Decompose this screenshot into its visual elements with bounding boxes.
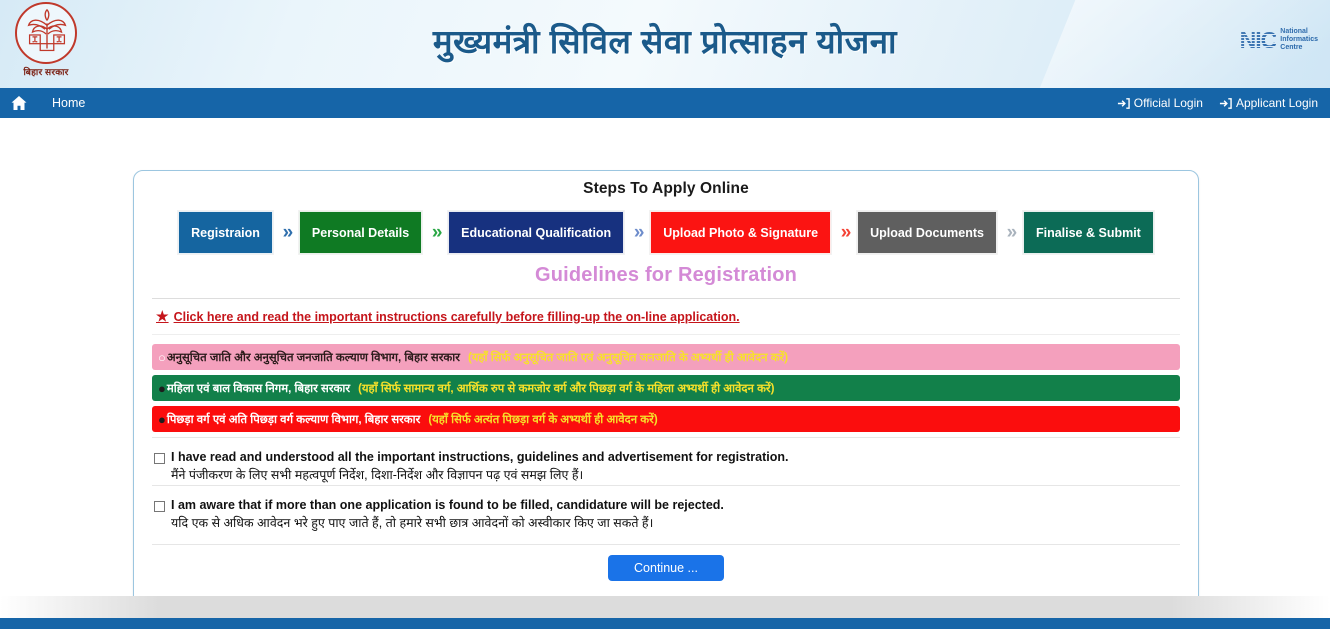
home-icon <box>10 94 28 112</box>
sign-in-icon <box>1219 97 1232 110</box>
department-name: अनुसूचित जाति और अनुसूचित जनजाति कल्याण … <box>166 351 460 364</box>
step-registration[interactable]: Registraion <box>178 211 273 254</box>
declaration-instructions: I have read and understood all the impor… <box>152 437 1180 485</box>
instructions-box: ★ Click here and read the important inst… <box>152 298 1180 335</box>
step-finalise-submit[interactable]: Finalise & Submit <box>1022 211 1154 254</box>
nic-logo: NIC National Informatics Centre <box>1240 28 1318 52</box>
step-upload-documents[interactable]: Upload Documents <box>857 211 997 254</box>
step-educational-qualification-label: Educational Qualification <box>461 225 612 240</box>
declaration-row: I have read and understood all the impor… <box>154 450 1178 464</box>
declaration-single-application: I am aware that if more than one applica… <box>152 485 1180 533</box>
nic-full-name: National Informatics Centre <box>1280 28 1318 52</box>
declaration-single-application-checkbox[interactable] <box>154 501 165 512</box>
applicant-login-label: Applicant Login <box>1235 96 1318 110</box>
site-footer <box>0 618 1330 629</box>
continue-action-row: Continue ... <box>152 544 1180 581</box>
radio-selected-icon: ● <box>158 411 166 427</box>
declaration-single-application-hindi: यदि एक से अधिक आवेदन भरे हुए पाए जाते है… <box>171 516 654 530</box>
department-note: (यहाँ सिर्फ अत्यंत पिछड़ा वर्ग के अभ्यर्… <box>428 413 658 426</box>
page-title: मुख्यमंत्री सिविल सेवा प्रोत्साहन योजना <box>432 23 898 60</box>
sign-in-icon <box>1117 97 1130 110</box>
department-name: पिछड़ा वर्ग एवं अति पिछड़ा वर्ग कल्याण व… <box>166 413 421 426</box>
step-finalise-submit-label: Finalise & Submit <box>1035 225 1141 240</box>
step-personal-details[interactable]: Personal Details <box>298 211 423 254</box>
official-login-link[interactable]: Official Login <box>1117 96 1203 110</box>
step-upload-photo-signature-label: Upload Photo & Signature <box>663 225 819 240</box>
radio-selected-icon: ● <box>158 380 166 396</box>
declaration-instructions-hindi: मैंने पंजीकरण के लिए सभी महत्वपूर्ण निर्… <box>171 468 584 482</box>
nav-login-links: Official Login Applicant Login <box>1117 88 1318 118</box>
step-upload-documents-label: Upload Documents <box>870 225 984 240</box>
chevron-right-icon: » <box>1006 222 1018 243</box>
department-note: (यहाँ सिर्फ अनुसूचित जाति एवं अनुसूचित ज… <box>467 351 789 364</box>
nav-home-label: Home <box>52 96 86 110</box>
chevron-right-icon: » <box>840 222 852 243</box>
step-upload-photo-signature[interactable]: Upload Photo & Signature <box>650 211 832 254</box>
radio-unselected-icon: ○ <box>158 349 166 365</box>
main-content: Steps To Apply Online Registraion » Pers… <box>0 118 1330 628</box>
department-option-bc-ebc[interactable]: ● पिछड़ा वर्ग एवं अति पिछड़ा वर्ग कल्याण… <box>152 406 1180 432</box>
nic-line-3: Centre <box>1280 44 1303 51</box>
steps-heading: Steps To Apply Online <box>583 180 749 197</box>
department-note: (यहाँ सिर्फ सामान्य वर्ग, आर्थिक रुप से … <box>358 382 775 395</box>
main-navbar: Home Official Login Applicant Login <box>0 88 1330 118</box>
department-option-sc-st[interactable]: ○ अनुसूचित जाति और अनुसूचित जनजाति कल्या… <box>152 344 1180 370</box>
footer-shadow <box>0 596 1330 618</box>
step-personal-details-label: Personal Details <box>311 225 410 240</box>
registration-panel: Steps To Apply Online Registraion » Pers… <box>133 170 1199 628</box>
declaration-instructions-checkbox[interactable] <box>154 453 165 464</box>
declaration-row: I am aware that if more than one applica… <box>154 498 1178 512</box>
bihar-government-label: बिहार सरकार <box>23 67 69 77</box>
nic-wordmark: NIC <box>1239 26 1278 53</box>
chevron-right-icon: » <box>282 222 294 243</box>
steps-progress-bar: Registraion » Personal Details » Educati… <box>152 211 1180 254</box>
department-name: महिला एवं बाल विकास निगम, बिहार सरकार <box>166 382 351 395</box>
nav-home-item[interactable]: Home <box>0 94 85 112</box>
important-instructions-link[interactable]: ★ Click here and read the important inst… <box>156 308 1176 325</box>
official-login-label: Official Login <box>1133 96 1203 110</box>
step-educational-qualification[interactable]: Educational Qualification <box>448 211 625 254</box>
important-instructions-label: Click here and read the important instru… <box>173 309 740 324</box>
guidelines-heading: Guidelines for Registration <box>534 264 798 286</box>
declaration-single-application-english: I am aware that if more than one applica… <box>171 498 724 512</box>
department-option-women-child[interactable]: ● महिला एवं बाल विकास निगम, बिहार सरकार … <box>152 375 1180 401</box>
step-registration-label: Registraion <box>191 225 260 240</box>
nic-line-2: Informatics <box>1280 36 1318 43</box>
chevron-right-icon: » <box>633 222 645 243</box>
nic-line-1: National <box>1280 28 1308 35</box>
star-icon: ★ <box>156 308 169 324</box>
declaration-instructions-english: I have read and understood all the impor… <box>171 450 789 464</box>
site-header: बिहार सरकार मुख्यमंत्री सिविल सेवा प्रोत… <box>0 0 1330 88</box>
page-root: बिहार सरकार मुख्यमंत्री सिविल सेवा प्रोत… <box>0 0 1330 629</box>
continue-button[interactable]: Continue ... <box>608 555 724 581</box>
applicant-login-link[interactable]: Applicant Login <box>1219 96 1318 110</box>
department-options: ○ अनुसूचित जाति और अनुसूचित जनजाति कल्या… <box>152 344 1180 432</box>
chevron-right-icon: » <box>431 222 443 243</box>
